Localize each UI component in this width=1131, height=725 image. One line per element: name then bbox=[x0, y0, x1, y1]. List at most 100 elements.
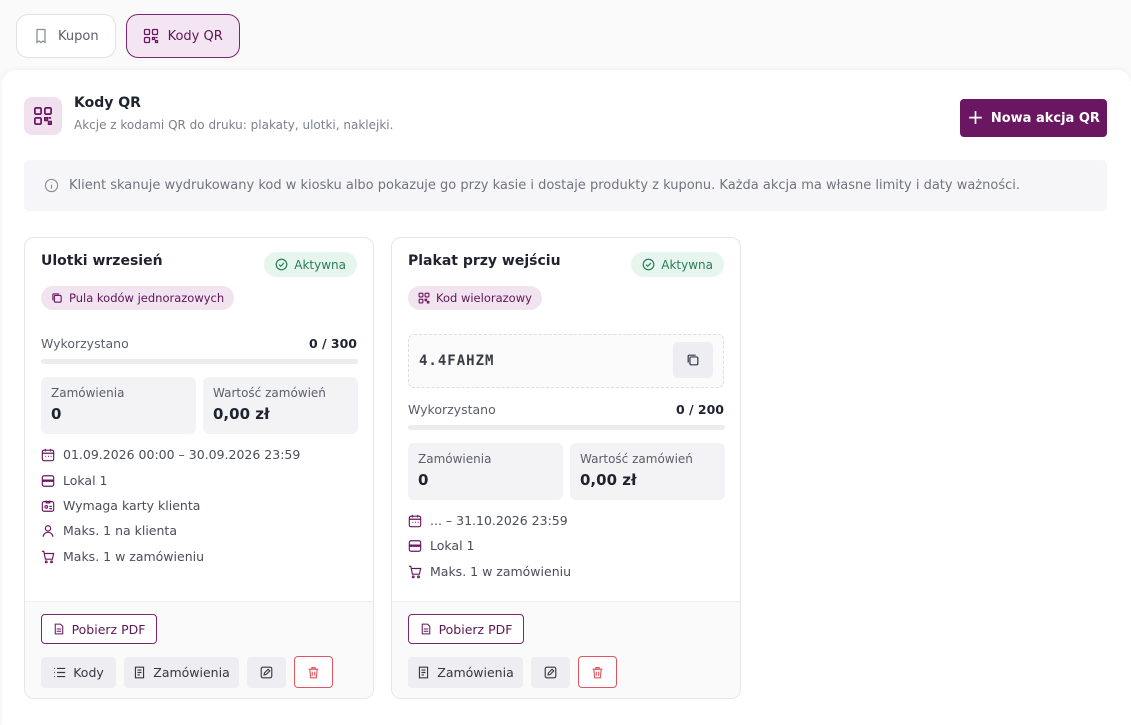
meta-card-required: Wymaga karty klienta bbox=[41, 498, 200, 513]
delete-button[interactable] bbox=[294, 656, 333, 688]
calendar-icon bbox=[41, 448, 55, 461]
info-banner: Klient skanuje wydrukowany kod w kiosku … bbox=[24, 160, 1107, 211]
worth-stat-label: Wartość zamówień bbox=[213, 386, 326, 400]
store-icon bbox=[41, 474, 55, 487]
qr-code-box: 4.4FAHZM bbox=[408, 334, 724, 388]
plus-icon: + bbox=[967, 105, 984, 129]
pdf-icon bbox=[54, 623, 63, 635]
meta-text: Lokal 1 bbox=[63, 473, 108, 488]
pdf-icon bbox=[421, 623, 430, 635]
orders-stat-value: 0 bbox=[418, 471, 429, 489]
qr-code-value[interactable]: 4.4FAHZM bbox=[419, 353, 494, 369]
meta-per-order: Maks. 1 w zamówieniu bbox=[41, 549, 204, 564]
delete-button[interactable] bbox=[578, 656, 617, 688]
meta-location: Lokal 1 bbox=[41, 473, 107, 488]
tab-kupon[interactable]: Kupon bbox=[16, 14, 116, 58]
orders-stat-label: Zamówienia bbox=[418, 452, 492, 466]
tab-label: Kupon bbox=[58, 28, 99, 44]
type-label: Kod wielorazowy bbox=[436, 291, 532, 305]
codes-label: Kody bbox=[73, 665, 104, 680]
worth-stat: Wartość zamówień 0,00 zł bbox=[570, 443, 725, 500]
trash-icon bbox=[308, 666, 319, 678]
edit-button[interactable] bbox=[247, 657, 286, 688]
document-icon bbox=[135, 666, 145, 679]
copy-icon bbox=[52, 293, 62, 303]
calendar-icon bbox=[408, 514, 422, 527]
orders-label: Zamówienia bbox=[437, 665, 514, 680]
orders-button[interactable]: Zamówienia bbox=[124, 657, 239, 688]
trash-icon bbox=[592, 666, 603, 678]
worth-stat-value: 0,00 zł bbox=[580, 471, 637, 489]
orders-stat: Zamówienia 0 bbox=[408, 443, 563, 500]
cart-icon bbox=[408, 565, 422, 578]
usage-progress-bar bbox=[41, 359, 358, 364]
check-circle-icon bbox=[275, 258, 288, 271]
meta-text: 01.09.2026 00:00 – 30.09.2026 23:59 bbox=[63, 447, 301, 462]
copy-code-button[interactable] bbox=[673, 342, 713, 378]
orders-label: Zamówienia bbox=[153, 665, 230, 680]
qr-action-card: Plakat przy wejściu Aktywna Kod wieloraz… bbox=[391, 237, 741, 699]
download-pdf-button[interactable]: Pobierz PDF bbox=[41, 614, 157, 644]
status-badge: Aktywna bbox=[264, 252, 357, 277]
type-badge: Pula kodów jednorazowych bbox=[41, 286, 235, 310]
qr-action-card: Ulotki wrzesień Aktywna Pula kodów jedno… bbox=[24, 237, 374, 699]
document-icon bbox=[419, 666, 429, 679]
type-badge: Kod wielorazowy bbox=[408, 286, 542, 310]
card-title: Plakat przy wejściu bbox=[408, 253, 561, 269]
edit-icon bbox=[260, 666, 273, 679]
card-title: Ulotki wrzesień bbox=[41, 253, 163, 269]
used-value: 0 / 200 bbox=[675, 402, 724, 417]
download-pdf-button[interactable]: Pobierz PDF bbox=[408, 614, 524, 644]
user-icon bbox=[42, 524, 54, 537]
edit-icon bbox=[544, 666, 557, 679]
used-label: Wykorzystano bbox=[41, 336, 129, 351]
meta-text: Maks. 1 w zamówieniu bbox=[430, 564, 572, 579]
worth-stat: Wartość zamówień 0,00 zł bbox=[203, 377, 358, 434]
cart-icon bbox=[41, 550, 55, 563]
orders-stat-label: Zamówienia bbox=[51, 386, 125, 400]
check-circle-icon bbox=[642, 258, 655, 271]
store-icon bbox=[408, 539, 422, 552]
meta-dates: ... – 31.10.2026 23:59 bbox=[408, 513, 568, 528]
section-icon bbox=[24, 97, 62, 135]
edit-button[interactable] bbox=[531, 657, 570, 688]
page-subtitle: Akcje z kodami QR do druku: plakaty, ulo… bbox=[74, 118, 394, 132]
download-pdf-label: Pobierz PDF bbox=[438, 621, 513, 637]
new-qr-action-label: Nowa akcja QR bbox=[990, 110, 1100, 126]
status-label: Aktywna bbox=[661, 257, 713, 272]
tab-bar: Kupon Kody QR bbox=[16, 14, 240, 58]
list-icon bbox=[54, 667, 66, 678]
tab-kody-qr[interactable]: Kody QR bbox=[125, 14, 240, 58]
qr-icon bbox=[34, 107, 52, 125]
meta-per-order: Maks. 1 w zamówieniu bbox=[408, 564, 571, 579]
qr-icon bbox=[418, 292, 430, 304]
card-footer: Pobierz PDF Kody Zamówienia bbox=[25, 601, 373, 698]
orders-button[interactable]: Zamówienia bbox=[408, 657, 523, 688]
orders-stat: Zamówienia 0 bbox=[41, 377, 196, 434]
type-label: Pula kodów jednorazowych bbox=[69, 291, 225, 305]
new-qr-action-button[interactable]: + Nowa akcja QR bbox=[960, 99, 1107, 137]
meta-location: Lokal 1 bbox=[408, 538, 474, 553]
meta-per-client: Maks. 1 na klienta bbox=[41, 523, 177, 538]
orders-stat-value: 0 bbox=[51, 405, 62, 423]
codes-button[interactable]: Kody bbox=[41, 657, 116, 688]
used-value: 0 / 300 bbox=[308, 336, 357, 351]
tab-label: Kody QR bbox=[167, 28, 223, 44]
download-pdf-label: Pobierz PDF bbox=[71, 621, 146, 637]
card-footer: Pobierz PDF Zamówienia bbox=[392, 601, 740, 698]
usage-progress-bar bbox=[408, 425, 725, 430]
used-label: Wykorzystano bbox=[408, 402, 496, 417]
copy-icon bbox=[687, 354, 699, 366]
meta-text: Wymaga karty klienta bbox=[63, 498, 201, 513]
info-icon bbox=[44, 178, 59, 193]
status-label: Aktywna bbox=[294, 257, 346, 272]
meta-text: Maks. 1 na klienta bbox=[63, 523, 177, 538]
receipt-icon bbox=[36, 28, 46, 44]
page-title: Kody QR bbox=[74, 95, 141, 111]
meta-text: Maks. 1 w zamówieniu bbox=[63, 549, 205, 564]
worth-stat-label: Wartość zamówień bbox=[580, 452, 693, 466]
meta-dates: 01.09.2026 00:00 – 30.09.2026 23:59 bbox=[41, 447, 300, 462]
status-badge: Aktywna bbox=[631, 252, 724, 277]
meta-text: ... – 31.10.2026 23:59 bbox=[430, 513, 568, 528]
meta-text: Lokal 1 bbox=[430, 538, 475, 553]
